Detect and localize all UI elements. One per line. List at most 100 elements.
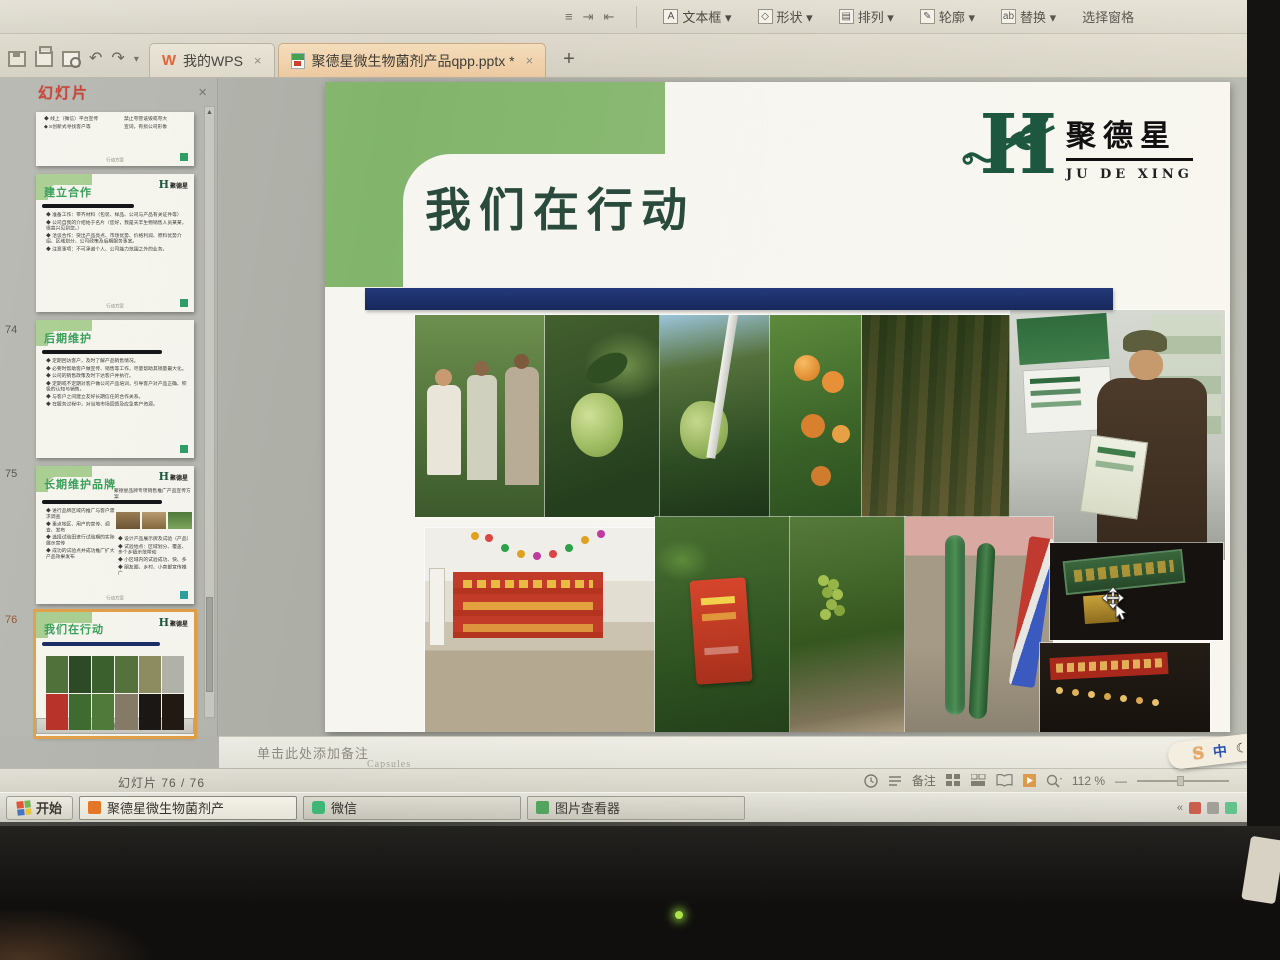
replace-icon: ab	[1001, 9, 1016, 24]
redo-icon[interactable]: ↷	[111, 51, 124, 67]
ime-s-icon: S	[1191, 743, 1205, 763]
mini-photo	[168, 512, 192, 529]
reading-view-icon[interactable]	[996, 774, 1013, 787]
navy-divider-bar[interactable]	[365, 288, 1113, 310]
start-button[interactable]: 开始	[6, 796, 73, 820]
taskbar: 开始 聚德星微生物菌剂产 微信 图片查看器 «	[0, 792, 1247, 822]
zoom-slider[interactable]	[1137, 780, 1229, 782]
ribbon-button-selection-pane[interactable]: 选择窗格	[1082, 7, 1134, 26]
image-viewer-icon	[536, 801, 549, 814]
slideshow-icon[interactable]	[1023, 774, 1036, 787]
tab-my-wps[interactable]: W 我的WPS ×	[149, 43, 275, 77]
slide-76[interactable]: 我们在行动 H 聚德星	[325, 82, 1230, 732]
slide-thumbnail-73[interactable]: 建立合作 H聚德星 ◆ 准备工作：带齐材料（包装、样品、公司与产品有关证件等）◆…	[36, 174, 194, 312]
quick-access-toolbar: ↶ ↷ ▾	[0, 51, 149, 77]
photo-meeting-room-banner[interactable]	[425, 528, 655, 732]
ribbon-button-shapes[interactable]: ◇形状 ▾	[758, 7, 813, 26]
taskbar-app-image-viewer[interactable]: 图片查看器	[527, 796, 745, 820]
notes-placeholder[interactable]: 单击此处添加备注	[257, 743, 369, 762]
tray-wps-icon[interactable]	[1189, 802, 1201, 814]
undo-icon[interactable]: ↶	[89, 51, 102, 67]
navy-bar	[42, 642, 160, 646]
tab-document[interactable]: 聚德星微生物菌剂产品qpp.pptx * ×	[278, 43, 547, 77]
photo-shopfront-red-banner[interactable]	[1040, 643, 1210, 732]
ribbon-button-outline[interactable]: ✎轮廓 ▾	[920, 7, 975, 26]
green-accent-square	[180, 153, 188, 161]
photo-luffa-harvest[interactable]	[905, 517, 1053, 732]
zoom-out-button[interactable]: —	[1115, 774, 1127, 788]
clock-icon	[864, 774, 878, 788]
photo-grape-cluster[interactable]	[790, 517, 905, 732]
slide-thumbnail-72[interactable]: ◆ 线上（微信）平台宣传◆ S创新式寻找客户等 禁止夸营诋毁或夸大宣词，有损公司…	[36, 112, 194, 166]
photo-dark-signboard[interactable]	[1050, 543, 1223, 640]
slide-sorter-view-icon[interactable]	[971, 774, 986, 787]
thumb-text: ◆ 线上（微信）平台宣传◆ S创新式寻找客户等	[44, 116, 116, 131]
windows-logo-icon	[16, 800, 31, 815]
tray-gray-icon[interactable]	[1207, 802, 1219, 814]
photo-orange-fruits-tree[interactable]	[770, 315, 862, 517]
ime-language-indicator[interactable]: 中	[1212, 740, 1228, 762]
sidebar-scrollbar[interactable]: ▲	[204, 106, 215, 718]
quick-access-caret-icon[interactable]: ▾	[134, 54, 139, 65]
close-tab-icon[interactable]: ×	[254, 53, 262, 68]
wps-presentation-icon	[88, 801, 101, 814]
slide-title[interactable]: 我们在行动	[425, 174, 695, 240]
tray-chevron-icon[interactable]: «	[1177, 802, 1183, 814]
slide-thumbnail-76-selected[interactable]: 我们在行动 H聚德星	[36, 612, 194, 736]
scroll-up-icon[interactable]: ▲	[205, 109, 214, 116]
mini-photo	[142, 512, 166, 529]
notes-lines-icon[interactable]	[888, 775, 902, 787]
system-tray: «	[1177, 802, 1241, 814]
wechat-icon	[312, 801, 325, 814]
thumb-logo: H聚德星	[159, 470, 188, 483]
print-icon[interactable]	[35, 51, 53, 67]
align-lines-icon[interactable]: ≡	[565, 9, 573, 25]
photo-pear-closeup[interactable]	[545, 315, 660, 517]
taskbar-app-wechat[interactable]: 微信	[303, 796, 521, 820]
paragraph-icons: ≡ ⇥ ⇤	[565, 9, 614, 25]
taskbar-app-wps[interactable]: 聚德星微生物菌剂产	[79, 796, 297, 820]
indent-icon[interactable]: ⇥	[583, 9, 594, 25]
zoom-icon[interactable]	[1046, 774, 1062, 788]
thumb-text: ◆ 准备工作：带齐材料（包装、样品、公司与产品有关证件等）◆ 公司自我的介绍始于…	[46, 212, 187, 253]
move-cursor	[1100, 587, 1130, 621]
wps-logo-icon: W	[162, 52, 176, 69]
power-led	[675, 911, 683, 919]
ribbon-button-replace[interactable]: ab替换 ▾	[1001, 7, 1056, 26]
zoom-slider-thumb[interactable]	[1177, 776, 1184, 786]
outline-icon: ✎	[920, 9, 935, 24]
notes-toggle[interactable]: 备注	[912, 772, 936, 789]
black-bar	[42, 500, 162, 504]
thumb-title: 后期维护	[44, 330, 92, 346]
print-preview-icon[interactable]	[62, 51, 80, 67]
ime-moon-icon[interactable]: ☾	[1235, 739, 1247, 756]
tab-label: 聚德星微生物菌剂产品qpp.pptx *	[312, 51, 515, 71]
zoom-percent[interactable]: 112 %	[1072, 774, 1105, 788]
green-accent-square	[180, 299, 188, 307]
new-tab-button[interactable]: +	[563, 48, 575, 71]
slide-thumbnail-75[interactable]: 长期维护品牌 H聚德星 聚德星品牌专项销售推广产品宣传方案 ◆ 进行品牌区域内推…	[36, 466, 194, 604]
ribbon-button-arrange[interactable]: ▤排列 ▾	[839, 7, 894, 26]
scrollbar-thumb[interactable]	[206, 597, 213, 692]
slide-thumbnail-74[interactable]: 后期维护 ◆ 定期回访客户，及时了解产品销售情况。◆ 必要时帮助客户做宣传、销售…	[36, 320, 194, 458]
thumb-footer: 行动方案	[72, 157, 159, 163]
logo-name: 聚德星	[1066, 111, 1193, 161]
close-tab-icon[interactable]: ×	[526, 53, 534, 68]
close-panel-icon[interactable]: ×	[198, 84, 207, 101]
normal-view-icon[interactable]	[946, 774, 961, 787]
ribbon-button-textbox[interactable]: A文本框 ▾	[663, 7, 731, 26]
photo-red-fertilizer-bag[interactable]	[655, 517, 790, 732]
photo-orchard-visit-group[interactable]	[415, 315, 545, 517]
thumb-title: 长期维护品牌	[44, 476, 116, 492]
status-bar: 幻灯片 76 / 76 备注 112 % —	[0, 768, 1247, 792]
desk-corner	[0, 890, 220, 960]
notes-pane[interactable]: 单击此处添加备注 Capsules	[219, 736, 1247, 768]
tray-green-icon[interactable]	[1225, 802, 1237, 814]
photo-pear-with-pipe[interactable]	[660, 315, 770, 517]
line-spacing-icon[interactable]: ⇤	[604, 9, 615, 25]
presentation-file-icon	[291, 53, 305, 69]
start-label: 开始	[36, 798, 62, 817]
save-icon[interactable]	[8, 51, 26, 67]
photo-vineyard-rows[interactable]	[862, 315, 1010, 517]
company-logo[interactable]: H 聚德星 JU DE XING	[962, 92, 1212, 200]
